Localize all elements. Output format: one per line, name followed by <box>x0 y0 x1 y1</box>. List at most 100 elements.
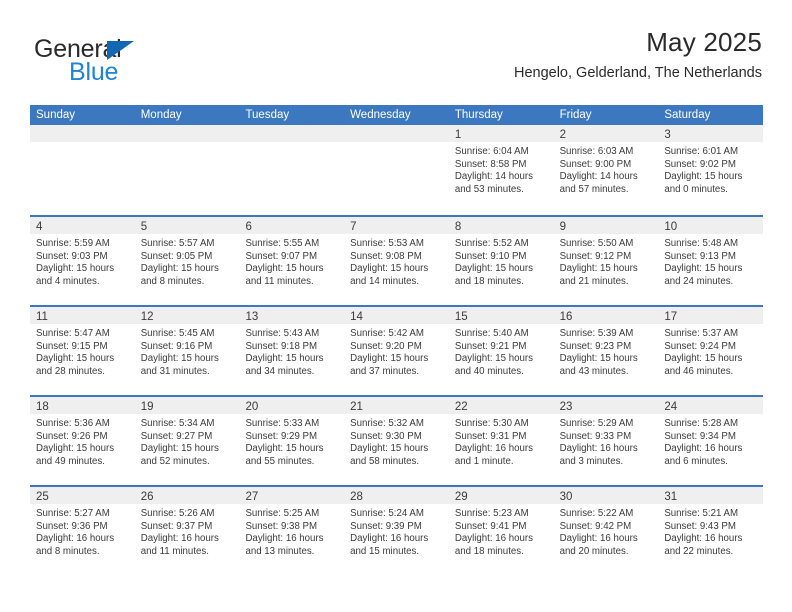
day-detail-line: Sunset: 9:34 PM <box>664 430 736 442</box>
weekday-header-thursday: Thursday <box>454 109 503 121</box>
day-number-band: 16 <box>553 307 659 324</box>
day-details: Sunrise: 6:01 AM Sunset: 9:02 PM Daylight:… <box>658 142 763 196</box>
day-detail-line: and 20 minutes. <box>559 545 629 557</box>
day-detail-line: Sunrise: 5:37 AM <box>664 328 739 339</box>
day-detail-line: Sunset: 8:58 PM <box>454 158 527 170</box>
calendar-day-cell[interactable]: 15 Sunrise: 5:40 AM Sunset: 9:21 PM Dayligh… <box>448 307 554 395</box>
day-detail-line: Daylight: 16 hours <box>350 533 429 545</box>
title-block: May 2025 Hengelo, Gelderland, The Nether… <box>242 26 762 82</box>
day-detail-line: Daylight: 16 hours <box>664 443 743 455</box>
day-number: 24 <box>664 401 678 413</box>
day-detail-line: and 11 minutes. <box>245 275 314 287</box>
day-detail-line: Daylight: 16 hours <box>664 533 743 545</box>
calendar-day-cell[interactable]: 1 Sunrise: 6:04 AM Sunset: 8:58 PM Daylight… <box>448 125 554 215</box>
day-number: 14 <box>350 311 363 323</box>
calendar-day-cell[interactable]: 23 Sunrise: 5:29 AM Sunset: 9:33 PM Dayligh… <box>553 397 659 485</box>
calendar-day-cell[interactable]: 28 Sunrise: 5:24 AM Sunset: 9:39 PM Dayligh… <box>344 487 449 575</box>
day-details: Sunrise: 5:39 AM Sunset: 9:23 PM Daylight:… <box>554 324 659 378</box>
day-detail-line: Sunset: 9:18 PM <box>245 340 318 352</box>
calendar-day-cell[interactable]: 7 Sunrise: 5:53 AM Sunset: 9:08 PM Daylight… <box>344 217 449 305</box>
day-detail-line: Sunset: 9:43 PM <box>664 520 736 532</box>
calendar-day-cell[interactable]: 24 Sunrise: 5:28 AM Sunset: 9:34 PM Dayligh… <box>658 397 764 485</box>
day-detail-line: Sunrise: 5:39 AM <box>559 328 634 339</box>
day-number: 2 <box>559 129 566 141</box>
calendar-day-cell[interactable]: 17 Sunrise: 5:37 AM Sunset: 9:24 PM Dayligh… <box>658 307 764 395</box>
day-details: Sunrise: 6:03 AM Sunset: 9:00 PM Daylight:… <box>554 142 659 196</box>
day-number: 8 <box>454 221 462 233</box>
day-detail-line: Daylight: 15 hours <box>140 263 219 275</box>
weekday-header-monday: Monday <box>140 109 182 121</box>
calendar-week-row: 18 Sunrise: 5:36 AM Sunset: 9:26 PM Dayligh… <box>30 395 764 485</box>
day-number: 5 <box>140 221 148 233</box>
day-number-band <box>239 125 345 142</box>
calendar-day-cell[interactable]: 22 Sunrise: 5:30 AM Sunset: 9:31 PM Dayligh… <box>448 397 554 485</box>
day-detail-line: and 46 minutes. <box>664 365 734 377</box>
calendar-day-cell[interactable]: 3 Sunrise: 6:01 AM Sunset: 9:02 PM Daylight… <box>658 125 764 215</box>
calendar-day-cell[interactable]: 27 Sunrise: 5:25 AM Sunset: 9:38 PM Dayligh… <box>239 487 345 575</box>
day-detail-line: Sunrise: 5:23 AM <box>454 508 529 519</box>
day-detail-line: Sunrise: 5:47 AM <box>36 328 110 339</box>
day-number-band <box>344 125 449 142</box>
day-details: Sunrise: 5:21 AM Sunset: 9:43 PM Daylight:… <box>658 504 763 558</box>
day-detail-line: Sunset: 9:38 PM <box>245 520 318 532</box>
day-detail-line: Sunrise: 5:48 AM <box>664 238 739 249</box>
calendar-day-cell[interactable]: 16 Sunrise: 5:39 AM Sunset: 9:23 PM Dayligh… <box>553 307 659 395</box>
day-detail-line: Sunrise: 5:50 AM <box>559 238 634 249</box>
day-detail-line: Daylight: 15 hours <box>350 443 429 455</box>
calendar-day-cell[interactable]: 11 Sunrise: 5:47 AM Sunset: 9:15 PM Dayligh… <box>30 307 135 395</box>
calendar-day-cell[interactable]: 29 Sunrise: 5:23 AM Sunset: 9:41 PM Dayligh… <box>448 487 554 575</box>
calendar-day-cell[interactable]: 19 Sunrise: 5:34 AM Sunset: 9:27 PM Dayligh… <box>134 397 240 485</box>
calendar-day-cell[interactable]: 13 Sunrise: 5:43 AM Sunset: 9:18 PM Dayligh… <box>239 307 345 395</box>
day-number: 12 <box>140 311 154 323</box>
calendar-day-cell[interactable]: 2 Sunrise: 6:03 AM Sunset: 9:00 PM Daylight… <box>553 125 659 215</box>
calendar-day-cell[interactable]: 26 Sunrise: 5:26 AM Sunset: 9:37 PM Dayligh… <box>134 487 240 575</box>
day-detail-line: Sunset: 9:41 PM <box>454 520 527 532</box>
day-number-band: 22 <box>448 397 554 414</box>
day-number-band: 24 <box>658 397 764 414</box>
day-detail-line: Sunset: 9:36 PM <box>36 520 108 532</box>
day-details: Sunrise: 5:50 AM Sunset: 9:12 PM Daylight:… <box>554 234 659 288</box>
calendar-day-cell[interactable]: 12 Sunrise: 5:45 AM Sunset: 9:16 PM Dayligh… <box>134 307 240 395</box>
day-detail-line: Sunrise: 5:28 AM <box>664 418 739 429</box>
day-details: Sunrise: 5:34 AM Sunset: 9:27 PM Daylight:… <box>135 414 240 468</box>
day-detail-line: Sunset: 9:10 PM <box>454 250 527 262</box>
day-detail-line: Sunset: 9:21 PM <box>454 340 527 352</box>
day-detail-line: Sunrise: 5:30 AM <box>454 418 529 429</box>
day-detail-line: and 57 minutes. <box>559 183 629 195</box>
day-number-band: 25 <box>30 487 135 504</box>
day-details: Sunrise: 6:04 AM Sunset: 8:58 PM Daylight:… <box>449 142 554 196</box>
calendar-day-cell[interactable]: 9 Sunrise: 5:50 AM Sunset: 9:12 PM Daylight… <box>553 217 659 305</box>
calendar-day-cell[interactable]: 21 Sunrise: 5:32 AM Sunset: 9:30 PM Dayligh… <box>344 397 449 485</box>
day-details: Sunrise: 5:59 AM Sunset: 9:03 PM Daylight:… <box>30 234 135 288</box>
calendar-day-cell[interactable]: 14 Sunrise: 5:42 AM Sunset: 9:20 PM Dayligh… <box>344 307 449 395</box>
day-detail-line: Sunrise: 5:59 AM <box>36 238 110 249</box>
calendar-day-cell[interactable]: 30 Sunrise: 5:22 AM Sunset: 9:42 PM Dayligh… <box>553 487 659 575</box>
weekday-header-row: Sunday Monday Tuesday Wednesday Thursday Frid… <box>30 105 763 125</box>
calendar-day-cell[interactable]: 8 Sunrise: 5:52 AM Sunset: 9:10 PM Daylight… <box>448 217 554 305</box>
calendar-day-cell[interactable]: 31 Sunrise: 5:21 AM Sunset: 9:43 PM Dayligh… <box>658 487 764 575</box>
calendar-day-cell[interactable]: 20 Sunrise: 5:33 AM Sunset: 9:29 PM Dayligh… <box>239 397 345 485</box>
day-details: Sunrise: 5:40 AM Sunset: 9:21 PM Daylight:… <box>449 324 554 378</box>
day-detail-line: Daylight: 15 hours <box>559 263 638 275</box>
day-detail-line: Sunrise: 5:42 AM <box>350 328 424 339</box>
day-number: 22 <box>454 401 468 413</box>
day-details: Sunrise: 5:47 AM Sunset: 9:15 PM Daylight:… <box>30 324 135 378</box>
day-number-band: 1 <box>448 125 554 142</box>
day-number-band: 4 <box>30 217 135 234</box>
day-detail-line: and 3 minutes. <box>559 455 624 467</box>
day-number-band: 11 <box>30 307 135 324</box>
day-number: 31 <box>664 491 678 503</box>
day-detail-line: and 31 minutes. <box>140 365 210 377</box>
day-detail-line: Sunrise: 5:55 AM <box>245 238 320 249</box>
calendar-day-cell[interactable]: 25 Sunrise: 5:27 AM Sunset: 9:36 PM Dayligh… <box>30 487 135 575</box>
day-number-band: 13 <box>239 307 345 324</box>
day-number: 30 <box>559 491 573 503</box>
calendar-day-cell[interactable]: 10 Sunrise: 5:48 AM Sunset: 9:13 PM Dayligh… <box>658 217 764 305</box>
calendar-day-cell[interactable]: 18 Sunrise: 5:36 AM Sunset: 9:26 PM Dayligh… <box>30 397 135 485</box>
calendar-day-cell[interactable]: 5 Sunrise: 5:57 AM Sunset: 9:05 PM Daylight… <box>134 217 240 305</box>
day-detail-line: Daylight: 15 hours <box>664 353 743 365</box>
day-detail-line: Sunset: 9:05 PM <box>140 250 213 262</box>
calendar-day-cell[interactable]: 6 Sunrise: 5:55 AM Sunset: 9:07 PM Daylight… <box>239 217 345 305</box>
day-number: 10 <box>664 221 678 233</box>
calendar-day-cell[interactable]: 4 Sunrise: 5:59 AM Sunset: 9:03 PM Daylight… <box>30 217 135 305</box>
